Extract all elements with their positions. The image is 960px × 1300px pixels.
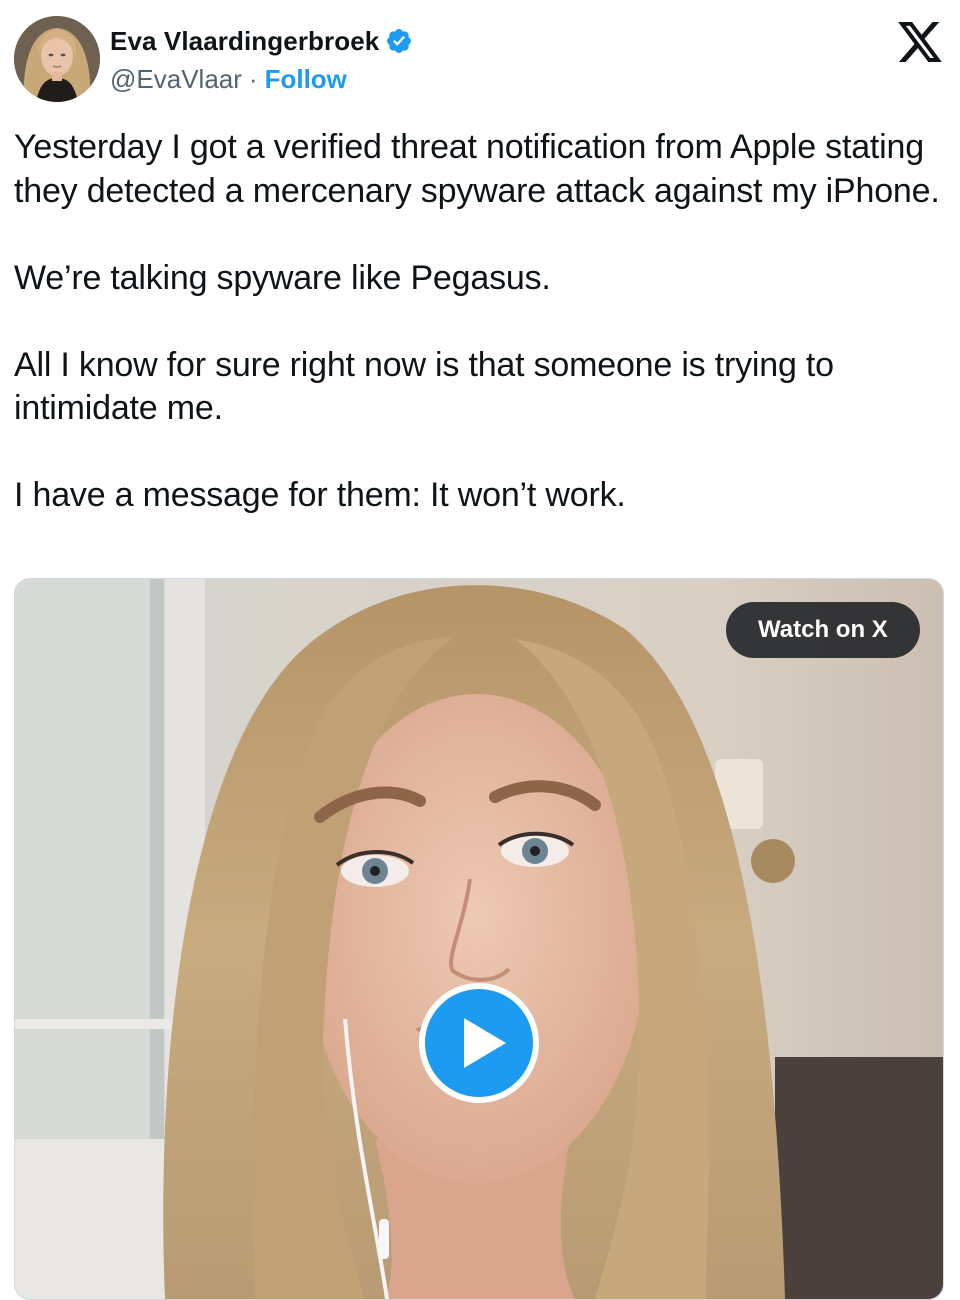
play-icon[interactable] (418, 982, 540, 1104)
video-player[interactable]: Watch on X (14, 578, 944, 1300)
verified-badge-icon (385, 27, 413, 55)
display-name[interactable]: Eva Vlaardingerbroek (110, 26, 379, 57)
tweet-header: Eva Vlaardingerbroek @EvaVlaar · Follow (0, 0, 960, 115)
tweet-text: Yesterday I got a verified threat notifi… (14, 128, 940, 514)
name-row: Eva Vlaardingerbroek (110, 24, 413, 58)
video-thumbnail (15, 579, 943, 1299)
separator: · (248, 63, 258, 94)
handle-row: @EvaVlaar · Follow (110, 62, 347, 96)
avatar[interactable] (14, 16, 100, 102)
watch-on-x-button[interactable]: Watch on X (726, 602, 920, 658)
follow-button[interactable]: Follow (265, 64, 347, 95)
x-logo-icon[interactable] (898, 22, 942, 62)
handle[interactable]: @EvaVlaar (110, 64, 242, 95)
